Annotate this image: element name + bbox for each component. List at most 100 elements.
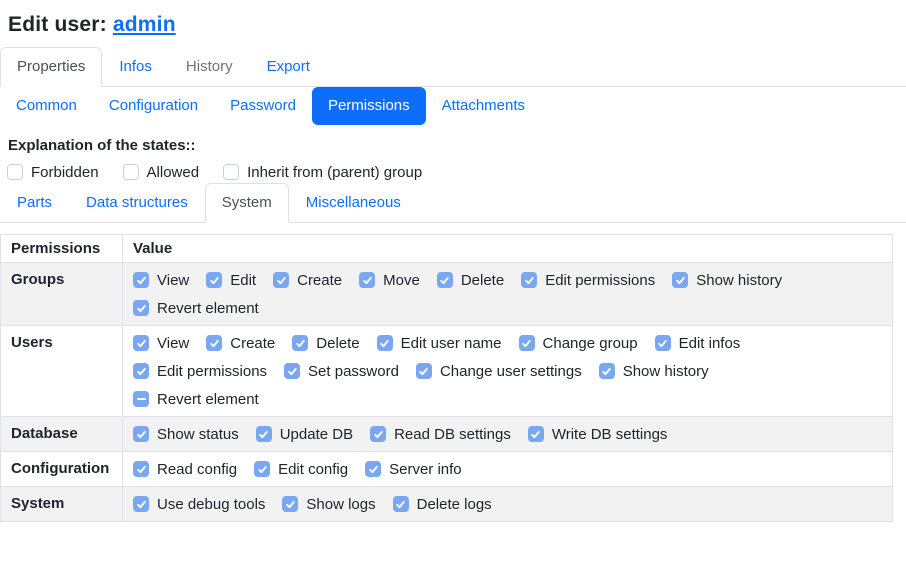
state-legend-forbidden[interactable]: Forbidden: [7, 161, 99, 183]
checked-checkbox-icon: [133, 461, 149, 477]
state-legend-label: Allowed: [147, 164, 200, 181]
state-legend-allowed[interactable]: Allowed: [123, 161, 200, 183]
tab-configuration[interactable]: Configuration: [93, 87, 214, 125]
permission-users-label: Create: [230, 335, 275, 352]
check-icon: [295, 338, 306, 349]
permission-groups-label: View: [157, 272, 189, 289]
check-icon: [136, 429, 147, 440]
permission-category: System: [1, 487, 123, 522]
permission-users-label: Edit infos: [679, 335, 741, 352]
permission-configuration-server-info[interactable]: Server info: [365, 458, 462, 480]
permission-groups-label: Delete: [461, 272, 504, 289]
permission-system-delete-logs[interactable]: Delete logs: [393, 493, 492, 515]
checked-checkbox-icon: [672, 272, 688, 288]
permission-configuration-label: Edit config: [278, 461, 348, 478]
tab-password[interactable]: Password: [214, 87, 312, 125]
permission-groups-view[interactable]: View: [133, 269, 189, 291]
permission-users-revert-element[interactable]: Revert element: [133, 388, 259, 410]
permission-groups-revert-element[interactable]: Revert element: [133, 297, 259, 319]
permission-system-show-logs[interactable]: Show logs: [282, 493, 375, 515]
permission-system-label: Delete logs: [417, 496, 492, 513]
check-icon: [136, 499, 147, 510]
tab-system[interactable]: System: [205, 183, 289, 223]
permission-configuration-read-config[interactable]: Read config: [133, 458, 237, 480]
permission-users-delete[interactable]: Delete: [292, 332, 359, 354]
tab-export[interactable]: Export: [250, 47, 327, 87]
permission-database-update-db[interactable]: Update DB: [256, 423, 353, 445]
checked-checkbox-icon: [416, 363, 432, 379]
tab-properties[interactable]: Properties: [0, 47, 102, 87]
permission-groups-show-history[interactable]: Show history: [672, 269, 782, 291]
state-legend-label: Forbidden: [31, 164, 99, 181]
permission-users-set-password[interactable]: Set password: [284, 360, 399, 382]
tab-common[interactable]: Common: [0, 87, 93, 125]
permission-users-label: Change group: [543, 335, 638, 352]
permission-groups-edit-permissions[interactable]: Edit permissions: [521, 269, 655, 291]
permission-configuration-label: Server info: [389, 461, 462, 478]
permission-groups-edit[interactable]: Edit: [206, 269, 256, 291]
permission-system-use-debug-tools[interactable]: Use debug tools: [133, 493, 265, 515]
tab-miscellaneous[interactable]: Miscellaneous: [289, 183, 418, 223]
column-header-value: Value: [123, 235, 893, 263]
check-icon: [276, 275, 287, 286]
checked-checkbox-icon: [133, 300, 149, 316]
column-header-permissions: Permissions: [1, 235, 123, 263]
check-icon: [136, 366, 147, 377]
permission-groups-delete[interactable]: Delete: [437, 269, 504, 291]
permission-database-show-status[interactable]: Show status: [133, 423, 239, 445]
check-icon: [530, 429, 541, 440]
checked-checkbox-icon: [254, 461, 270, 477]
checked-checkbox-icon: [365, 461, 381, 477]
permission-configuration-edit-config[interactable]: Edit config: [254, 458, 348, 480]
permission-users-show-history[interactable]: Show history: [599, 360, 709, 382]
permission-users-edit-permissions[interactable]: Edit permissions: [133, 360, 267, 382]
permission-users-create[interactable]: Create: [206, 332, 275, 354]
check-icon: [395, 499, 406, 510]
permission-users-label: Revert element: [157, 391, 259, 408]
page-title: Edit user: admin: [8, 13, 893, 37]
unchecked-checkbox-icon: [123, 164, 139, 180]
check-icon: [657, 338, 668, 349]
permission-database-write-db-settings[interactable]: Write DB settings: [528, 423, 668, 445]
permission-users-change-group[interactable]: Change group: [519, 332, 638, 354]
unchecked-checkbox-icon: [223, 164, 239, 180]
check-icon: [257, 464, 268, 475]
checked-checkbox-icon: [377, 335, 393, 351]
check-icon: [524, 275, 535, 286]
check-icon: [379, 338, 390, 349]
permission-database-read-db-settings[interactable]: Read DB settings: [370, 423, 511, 445]
checked-checkbox-icon: [284, 363, 300, 379]
tab-permissions[interactable]: Permissions: [312, 87, 426, 125]
permission-category: Users: [1, 326, 123, 417]
table-row: System Use debug tools Show logs Delete …: [1, 487, 893, 522]
states-legend: Forbidden Allowed Inherit from (parent) …: [7, 161, 898, 183]
unchecked-checkbox-icon: [7, 164, 23, 180]
permission-database-label: Read DB settings: [394, 426, 511, 443]
state-legend-inherit-from-parent-group[interactable]: Inherit from (parent) group: [223, 161, 422, 183]
permission-groups-move[interactable]: Move: [359, 269, 420, 291]
permission-users-label: Change user settings: [440, 363, 582, 380]
check-icon: [209, 338, 220, 349]
permissions-table: Permissions Value Groups View Edit C: [0, 234, 893, 522]
tab-attachments[interactable]: Attachments: [426, 87, 541, 125]
user-link[interactable]: admin: [113, 13, 176, 36]
check-icon: [373, 429, 384, 440]
table-header-row: Permissions Value: [1, 235, 893, 263]
tab-infos[interactable]: Infos: [102, 47, 169, 87]
permission-users-change-user-settings[interactable]: Change user settings: [416, 360, 582, 382]
permission-users-view[interactable]: View: [133, 332, 189, 354]
permission-groups-label: Edit: [230, 272, 256, 289]
permission-users-label: View: [157, 335, 189, 352]
tab-parts[interactable]: Parts: [0, 183, 69, 223]
permission-system-label: Use debug tools: [157, 496, 265, 513]
page-title-prefix: Edit user:: [8, 13, 113, 36]
tab-data-structures[interactable]: Data structures: [69, 183, 205, 223]
permission-database-label: Show status: [157, 426, 239, 443]
checked-checkbox-icon: [359, 272, 375, 288]
check-icon: [285, 499, 296, 510]
checked-checkbox-icon: [256, 426, 272, 442]
permission-users-edit-user-name[interactable]: Edit user name: [377, 332, 502, 354]
permission-users-edit-infos[interactable]: Edit infos: [655, 332, 741, 354]
permission-groups-create[interactable]: Create: [273, 269, 342, 291]
check-icon: [287, 366, 298, 377]
